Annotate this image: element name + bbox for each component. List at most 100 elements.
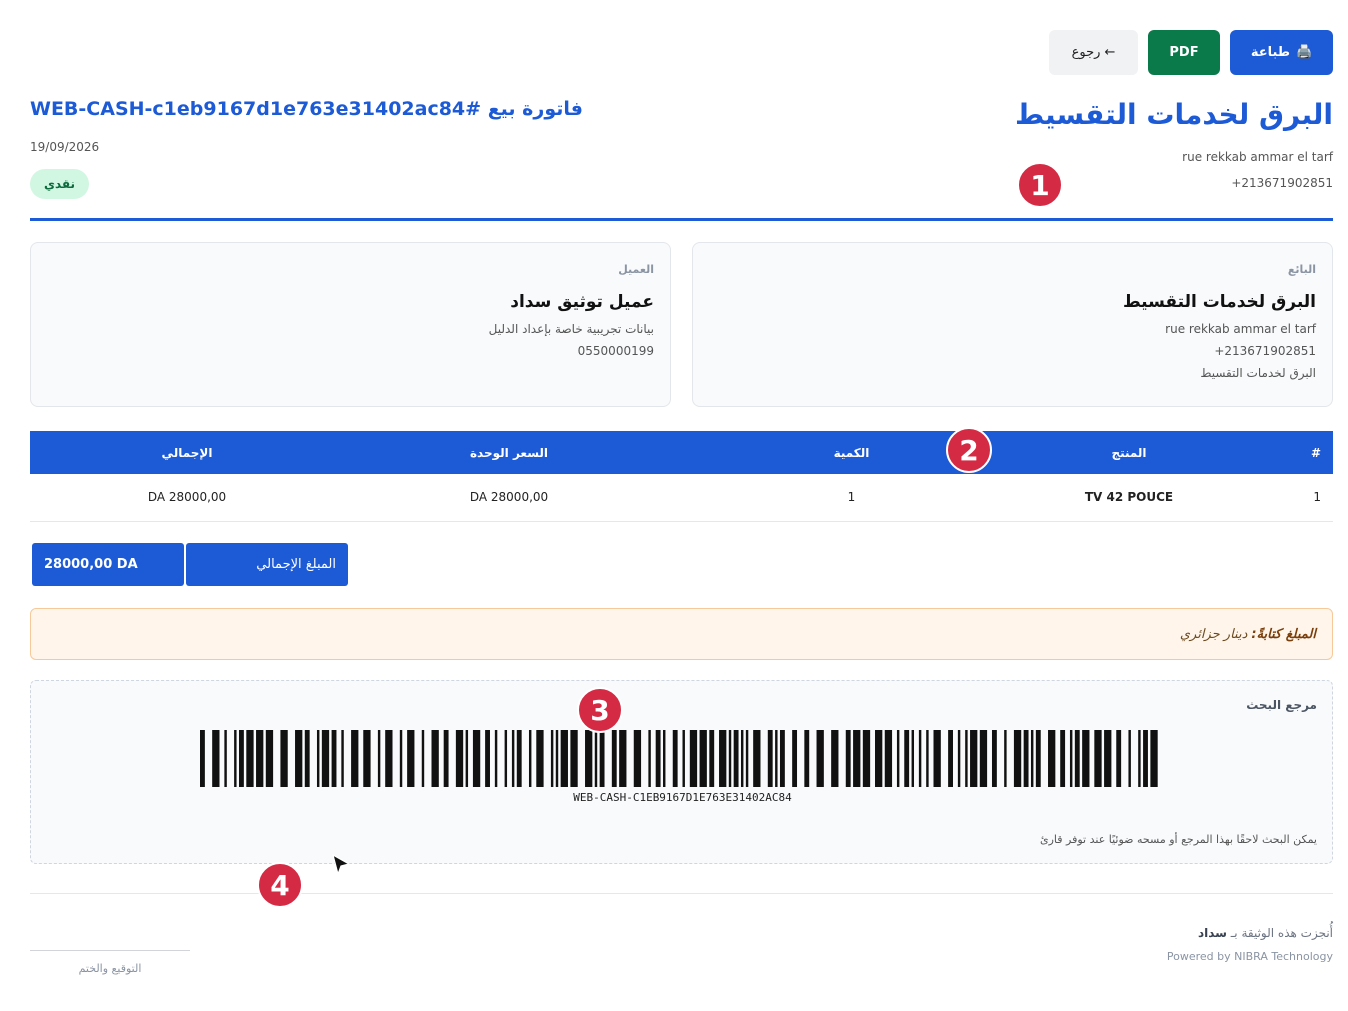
barcode-bar (1074, 730, 1080, 787)
barcode-bar (304, 730, 310, 787)
client-note: بيانات تجريبية خاصة بإعداد الدليل (488, 322, 654, 336)
barcode-bar (316, 730, 320, 787)
print-label: طباعة (1250, 45, 1291, 60)
barcode-bar (753, 730, 761, 787)
annotation-marker-3: 3 (577, 687, 623, 733)
barcode-bar (485, 730, 490, 787)
barcode-bar (926, 730, 929, 787)
barcode-bar (421, 730, 425, 787)
annotation-marker-2: 2 (946, 427, 992, 473)
back-button[interactable]: ← رجوع (1049, 30, 1138, 75)
barcode-bar (831, 730, 839, 787)
barcode-bar (443, 730, 449, 787)
barcode-title: مرجع البحث (1246, 698, 1317, 712)
barcode-bar (560, 730, 568, 787)
barcode-bar (862, 730, 871, 787)
barcode-bar (472, 730, 481, 787)
barcode-bar (1104, 730, 1112, 787)
barcode-bar (719, 730, 727, 787)
barcode-bar (1116, 730, 1122, 787)
barcode-bar (672, 730, 678, 787)
invoice-date: 19/09/2026 (30, 140, 100, 154)
barcode-bar (516, 730, 522, 787)
amount-words-label: المبلغ كتابةً: (1251, 626, 1316, 642)
barcode-bar (979, 730, 988, 787)
annotation-marker-1: 1 (1017, 162, 1063, 208)
annotation-marker-4: 4 (257, 862, 303, 908)
barcode-bar (570, 730, 578, 787)
barcode-bar (709, 730, 715, 787)
seller-name: البرق لخدمات التقسيط (1122, 292, 1316, 312)
mouse-cursor-icon (332, 853, 351, 876)
barcode-bar (933, 730, 941, 787)
barcode-bar (280, 730, 288, 787)
barcode-bar (816, 730, 824, 787)
header-total: الإجمالي (30, 431, 344, 474)
barcode-bar (896, 730, 900, 787)
row-product: TV 42 POUCE (1029, 474, 1229, 522)
footer-divider (30, 893, 1333, 894)
invoice-title: فاتورة بيع #WEB-CASH-c1eb9167d1e763e3140… (30, 98, 583, 120)
row-qty: 1 (674, 474, 1029, 522)
amount-in-words: المبلغ كتابةً: دينار جزائري (30, 608, 1333, 660)
barcode-bar (619, 730, 627, 787)
barcode-bar (728, 730, 732, 787)
barcode-section: مرجع البحث WEB-CASH-C1EB9167D1E763E31402… (30, 680, 1333, 864)
invoice-page: 🖨️ طباعة PDF ← رجوع البرق لخدمات التقسيط… (30, 0, 1333, 1011)
header-unit-price: السعر الوحدة (344, 431, 674, 474)
header-divider (30, 218, 1333, 221)
barcode-bar (991, 730, 997, 787)
barcode-image (200, 730, 1158, 787)
seller-label: البائع (1287, 263, 1316, 276)
row-num: 1 (1229, 474, 1333, 522)
barcode-bar (611, 730, 617, 787)
barcode-bar (465, 730, 469, 787)
total-label: المبلغ الإجمالي (186, 543, 348, 586)
client-label: العميل (618, 263, 654, 276)
signature-line (30, 950, 190, 951)
barcode-bar (970, 730, 978, 787)
client-phone: 0550000199 (577, 344, 654, 358)
barcode-bar (663, 730, 666, 787)
items-table: # المنتج الكمية السعر الوحدة الإجمالي 1 … (30, 431, 1333, 522)
barcode-bar (555, 730, 559, 787)
seller-phone: +213671902851 (1214, 344, 1316, 358)
barcode-bar (911, 730, 915, 787)
barcode-bar (648, 730, 651, 787)
barcode-bar (1004, 730, 1007, 787)
barcode-bar (550, 730, 554, 787)
barcode-bar (295, 730, 303, 787)
barcode-code: WEB-CASH-C1EB9167D1E763E31402AC84 (573, 791, 792, 804)
signature-label: التوقيع والختم (78, 962, 142, 975)
barcode-bar (948, 730, 953, 787)
pdf-button[interactable]: PDF (1148, 30, 1220, 75)
barcode-bar (1060, 730, 1066, 787)
barcode-bar (599, 730, 605, 787)
barcode-bar (407, 730, 415, 787)
client-card: العميل عميل توثيق سداد بيانات تجريبية خا… (30, 242, 671, 407)
barcode-bar (1143, 730, 1148, 787)
print-button[interactable]: 🖨️ طباعة (1230, 30, 1333, 75)
barcode-bar (1094, 730, 1102, 787)
barcode-bar (385, 730, 393, 787)
generated-prefix: أُنجزت هذه الوثيقة بـ (1230, 926, 1333, 940)
barcode-bar (238, 730, 244, 787)
brand-address: rue rekkab ammar el tarf (1182, 150, 1333, 164)
barcode-bar (1035, 730, 1041, 787)
row-total: 28000,00 DA (30, 474, 344, 522)
barcode-bar (1023, 730, 1029, 787)
barcode-bar (431, 730, 439, 787)
brand-phone: +213671902851 (1231, 176, 1333, 190)
barcode-bar (745, 730, 749, 787)
barcode-bar (594, 730, 598, 787)
barcode-bar (957, 730, 961, 787)
barcode-bar (504, 730, 508, 787)
barcode-bar (689, 730, 698, 787)
payment-badge: نقدي (30, 169, 89, 199)
barcode-bar (511, 730, 515, 787)
barcode-bar (1048, 730, 1056, 787)
barcode-bar (904, 730, 910, 787)
barcode-bar (965, 730, 968, 787)
barcode-bar (775, 730, 778, 787)
generated-brand: سداد (1197, 926, 1227, 940)
